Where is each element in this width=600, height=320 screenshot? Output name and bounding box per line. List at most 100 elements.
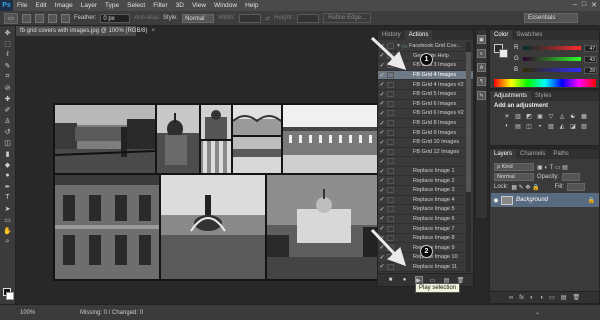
zoom-tool-icon[interactable]: ⌕ (2, 237, 13, 246)
dialog-toggle-box[interactable] (387, 43, 394, 50)
new-layer-icon[interactable]: ▤ (561, 294, 567, 301)
dialog-toggle-box[interactable] (387, 254, 394, 261)
workspace-select[interactable]: Essentials (524, 13, 578, 23)
paragraph-panel-icon[interactable]: ¶ (477, 77, 486, 86)
menu-image[interactable]: Image (51, 2, 77, 9)
link-layers-icon[interactable]: ∞ (509, 295, 513, 301)
brush-panel-icon[interactable]: ✎ (477, 91, 486, 100)
lock-icons[interactable]: ▦ ✎ ✥ 🔒 (511, 184, 539, 191)
checkmark-icon[interactable]: ✓ (378, 52, 386, 59)
subtract-selection-icon[interactable] (48, 13, 57, 23)
adjustment-icon[interactable]: ▧ (548, 123, 554, 130)
checkmark-icon[interactable]: ✓ (378, 72, 386, 79)
menu-view[interactable]: View (188, 2, 210, 9)
menu-3d[interactable]: 3D (172, 2, 188, 9)
checkmark-icon[interactable]: ✓ (378, 177, 386, 184)
tab-channels[interactable]: Channels (516, 149, 549, 159)
eraser-tool-icon[interactable]: ◫ (2, 138, 13, 147)
channel-value-input[interactable]: 43 (584, 55, 597, 63)
action-row[interactable]: ✓ Replace Image 3 (378, 186, 473, 196)
menu-edit[interactable]: Edit (31, 2, 50, 9)
add-selection-icon[interactable] (35, 13, 44, 23)
dialog-toggle-box[interactable] (387, 215, 394, 222)
checkmark-icon[interactable]: ✓ (378, 62, 386, 69)
feather-input[interactable]: 0 px (100, 13, 131, 23)
dialog-toggle-box[interactable] (387, 158, 394, 165)
adjustment-icon[interactable]: ☀ (504, 113, 510, 120)
checkmark-icon[interactable]: ✓ (378, 43, 386, 50)
checkmark-icon[interactable]: ✓ (378, 148, 386, 155)
move-tool-icon[interactable]: ✥ (2, 28, 13, 37)
action-row[interactable]: ✓ FB Grid 5 Images (378, 90, 473, 100)
tab-layers[interactable]: Layers (490, 149, 517, 159)
action-row[interactable]: ✓ FB Grid 12 Images (378, 148, 473, 158)
scrollbar-thumb[interactable] (466, 52, 471, 192)
adjustment-icon[interactable]: ▤ (515, 123, 521, 130)
tab-history[interactable]: History (378, 30, 405, 40)
action-row[interactable]: ✓ FB Grid 4 Images (378, 70, 473, 81)
character-panel-icon[interactable]: A (477, 63, 486, 72)
action-row[interactable]: ✓ FB Grid 4 Images #2 (378, 80, 473, 90)
tab-swatches[interactable]: Swatches (512, 30, 546, 40)
filter-icons[interactable]: ▣ ◐ T ▭ ▤ (537, 164, 568, 171)
history-panel-icon[interactable]: ▣ (477, 35, 486, 44)
action-row[interactable]: ✓ FB Grid 9 Images (378, 128, 473, 138)
checkmark-icon[interactable]: ✓ (378, 129, 386, 136)
dialog-toggle-box[interactable] (387, 129, 394, 136)
type-tool-icon[interactable]: T (2, 193, 13, 202)
document-tab[interactable]: fb grid covers with images.jpg @ 100% (R… (16, 26, 155, 36)
clone-stamp-tool-icon[interactable]: ♙ (2, 116, 13, 125)
maximize-icon[interactable]: □ (582, 1, 586, 9)
checkmark-icon[interactable]: ✓ (378, 225, 386, 232)
eye-icon[interactable]: ◉ (491, 197, 501, 204)
menu-select[interactable]: Select (123, 2, 149, 9)
width-input[interactable] (239, 13, 262, 23)
marquee-tool-icon[interactable]: ⬚ (2, 39, 13, 48)
dialog-toggle-box[interactable] (387, 168, 394, 175)
dialog-toggle-box[interactable] (387, 148, 394, 155)
checkmark-icon[interactable]: ✓ (378, 100, 386, 107)
action-row[interactable]: ✓ Replace Image 8 (378, 234, 473, 244)
height-input[interactable] (297, 13, 320, 23)
checkmark-icon[interactable]: ✓ (378, 158, 386, 165)
checkmark-icon[interactable]: ✓ (378, 91, 386, 98)
adjustment-icon[interactable]: ▣ (537, 113, 543, 120)
tab-adjustments[interactable]: Adjustments (490, 91, 532, 101)
adjustment-layer-icon[interactable]: ◑ (539, 295, 543, 301)
blend-mode-select[interactable]: Normal (494, 173, 534, 181)
lasso-tool-icon[interactable]: ℓ (2, 50, 13, 59)
dodge-tool-icon[interactable]: ● (2, 171, 13, 180)
quick-select-tool-icon[interactable]: ✎ (2, 61, 13, 70)
tab-color[interactable]: Color (490, 30, 513, 40)
tab-paths[interactable]: Paths (549, 149, 572, 159)
eyedropper-tool-icon[interactable]: ⊘ (2, 83, 13, 92)
checkmark-icon[interactable]: ✓ (378, 139, 386, 146)
opacity-input[interactable] (562, 173, 581, 181)
action-row[interactable]: ✓ FB Grid 6 Images (378, 100, 473, 110)
tab-styles[interactable]: Styles (531, 91, 555, 101)
action-row[interactable]: ✓ (378, 157, 473, 167)
menu-file[interactable]: File (13, 2, 31, 9)
stop-recording-icon[interactable]: ■ (387, 276, 395, 284)
layer-row-background[interactable]: ◉ Background 🔒 (491, 193, 599, 207)
color-spectrum-bar[interactable] (494, 79, 596, 87)
adjustment-icon[interactable]: ▽ (548, 113, 554, 120)
dialog-toggle-box[interactable] (387, 139, 394, 146)
layer-kind-filter[interactable]: ρ Kind (494, 163, 534, 171)
begin-recording-icon[interactable]: ● (401, 276, 409, 284)
action-set-row[interactable]: ✓ ▼ ▭ Facebook Grid Cov... (378, 42, 473, 52)
channel-value-input[interactable]: 47 (584, 44, 597, 52)
swap-icon[interactable]: ⇄ (265, 15, 270, 22)
action-row[interactable]: ✓ FB Grid 6 Images #2 (378, 109, 473, 119)
layer-style-icon[interactable]: fx (519, 295, 524, 301)
action-row[interactable]: ✓ FB Grid 8 Images (378, 119, 473, 129)
checkmark-icon[interactable]: ✓ (378, 81, 386, 88)
dialog-toggle-box[interactable] (387, 72, 394, 79)
adjustment-icon[interactable]: ☯ (570, 113, 576, 120)
dialog-toggle-box[interactable] (387, 120, 394, 127)
style-select[interactable]: Normal (182, 13, 215, 23)
dialog-toggle-box[interactable] (387, 206, 394, 213)
actions-scrollbar[interactable] (466, 42, 471, 272)
path-selection-tool-icon[interactable]: ➤ (2, 204, 13, 213)
tab-actions[interactable]: Actions (404, 30, 433, 40)
